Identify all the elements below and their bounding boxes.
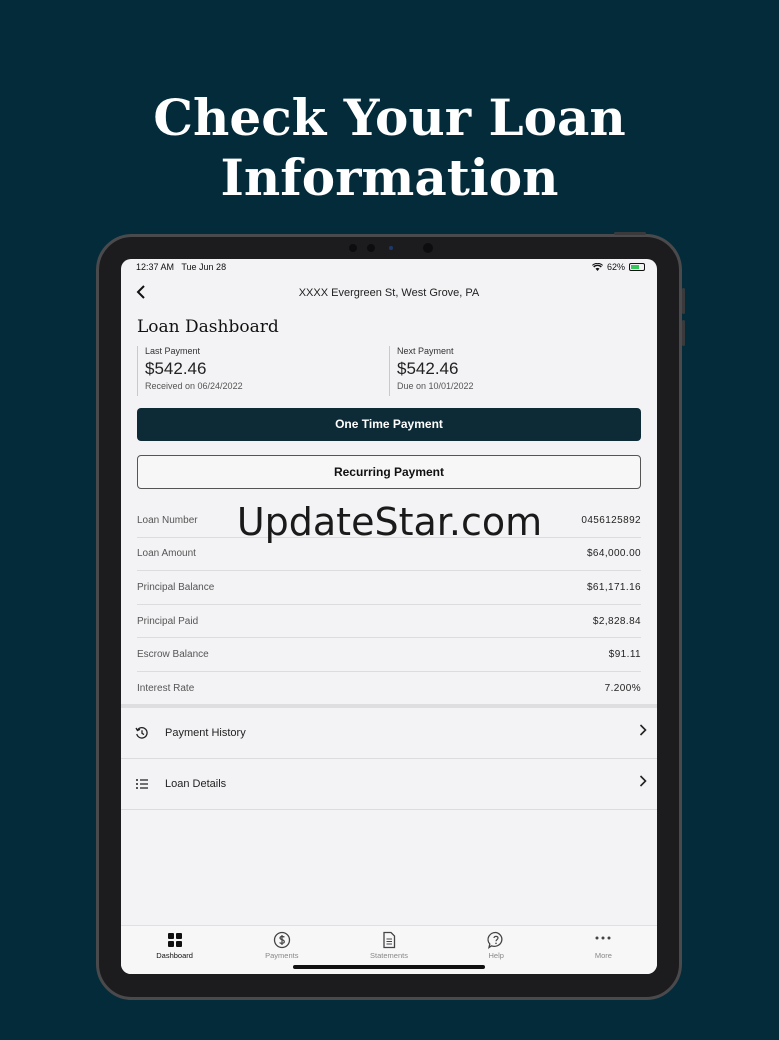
home-indicator [293, 965, 485, 969]
more-icon [595, 936, 611, 940]
battery-percent: 62% [606, 262, 625, 272]
headline-line-1: Check Your Loan [153, 88, 626, 147]
list-icon [135, 777, 149, 791]
app-screen: 12:37 AM Tue Jun 28 62% XXXX Evergreen S… [121, 259, 657, 974]
tab-more[interactable]: More [550, 926, 657, 974]
next-payment-label: Next Payment [397, 346, 454, 356]
one-time-payment-button[interactable]: One Time Payment [137, 408, 641, 441]
info-label: Principal Balance [137, 581, 215, 593]
tab-dashboard[interactable]: Dashboard [121, 926, 228, 974]
volume-down-button [682, 320, 685, 346]
page-title: Loan Dashboard [137, 317, 279, 337]
next-payment-amount: $542.46 [397, 359, 459, 378]
camera-dot [367, 244, 375, 252]
status-date: Tue Jun 28 [181, 262, 227, 272]
status-time: 12:37 AM [136, 262, 175, 272]
chevron-right-icon [639, 774, 647, 793]
headline-line-2: Information [220, 148, 559, 207]
last-payment-label: Last Payment [145, 346, 201, 356]
camera-lens [423, 243, 433, 253]
battery-icon [629, 263, 645, 271]
info-value: 7.200% [604, 683, 641, 695]
info-label: Escrow Balance [137, 649, 209, 661]
dashboard-icon [167, 933, 182, 947]
watermark: UpdateStar.com [236, 500, 543, 544]
tab-label: Help [488, 951, 504, 960]
info-value: $2,828.84 [592, 615, 641, 627]
sensor-dot [389, 246, 393, 250]
info-label: Interest Rate [137, 683, 195, 695]
principal-balance-row: Principal Balance $61,171.16 [137, 571, 641, 605]
payment-history-label: Payment History [165, 727, 246, 739]
help-icon [487, 931, 503, 949]
info-value: $61,171.16 [586, 581, 641, 593]
wifi-icon [591, 263, 603, 271]
escrow-balance-row: Escrow Balance $91.11 [137, 638, 641, 672]
loan-details-label: Loan Details [165, 778, 227, 790]
last-payment-date: Received on 06/24/2022 [145, 381, 243, 391]
payment-history-link[interactable]: Payment History [121, 708, 657, 759]
info-value: $91.11 [608, 649, 641, 661]
nav-bar: XXXX Evergreen St, West Grove, PA [121, 283, 657, 303]
last-payment-card: Last Payment $542.46 Received on 06/24/2… [137, 346, 377, 396]
interest-rate-row: Interest Rate 7.200% [137, 672, 641, 706]
tab-label: Statements [370, 951, 408, 960]
next-payment-date: Due on 10/01/2022 [397, 381, 474, 391]
top-button [614, 232, 646, 235]
history-icon [135, 726, 149, 740]
status-bar: 12:37 AM Tue Jun 28 62% [136, 262, 645, 276]
dollar-icon [273, 931, 290, 949]
info-value: $64,000.00 [586, 548, 641, 560]
chevron-right-icon [639, 723, 647, 742]
camera-dot [349, 244, 357, 252]
last-payment-amount: $542.46 [145, 359, 207, 378]
next-payment-card: Next Payment $542.46 Due on 10/01/2022 [389, 346, 629, 396]
info-label: Loan Amount [137, 548, 196, 560]
recurring-payment-button[interactable]: Recurring Payment [137, 455, 641, 489]
property-address: XXXX Evergreen St, West Grove, PA [298, 287, 480, 299]
info-label: Principal Paid [137, 615, 199, 627]
loan-details-link[interactable]: Loan Details [121, 759, 657, 810]
principal-paid-row: Principal Paid $2,828.84 [137, 605, 641, 639]
tab-label: Payments [265, 951, 299, 960]
volume-up-button [682, 288, 685, 314]
promo-headline: Check Your Loan Information [0, 88, 779, 208]
tab-label: Dashboard [156, 951, 193, 960]
document-icon [383, 931, 396, 949]
tab-label: More [594, 951, 612, 960]
